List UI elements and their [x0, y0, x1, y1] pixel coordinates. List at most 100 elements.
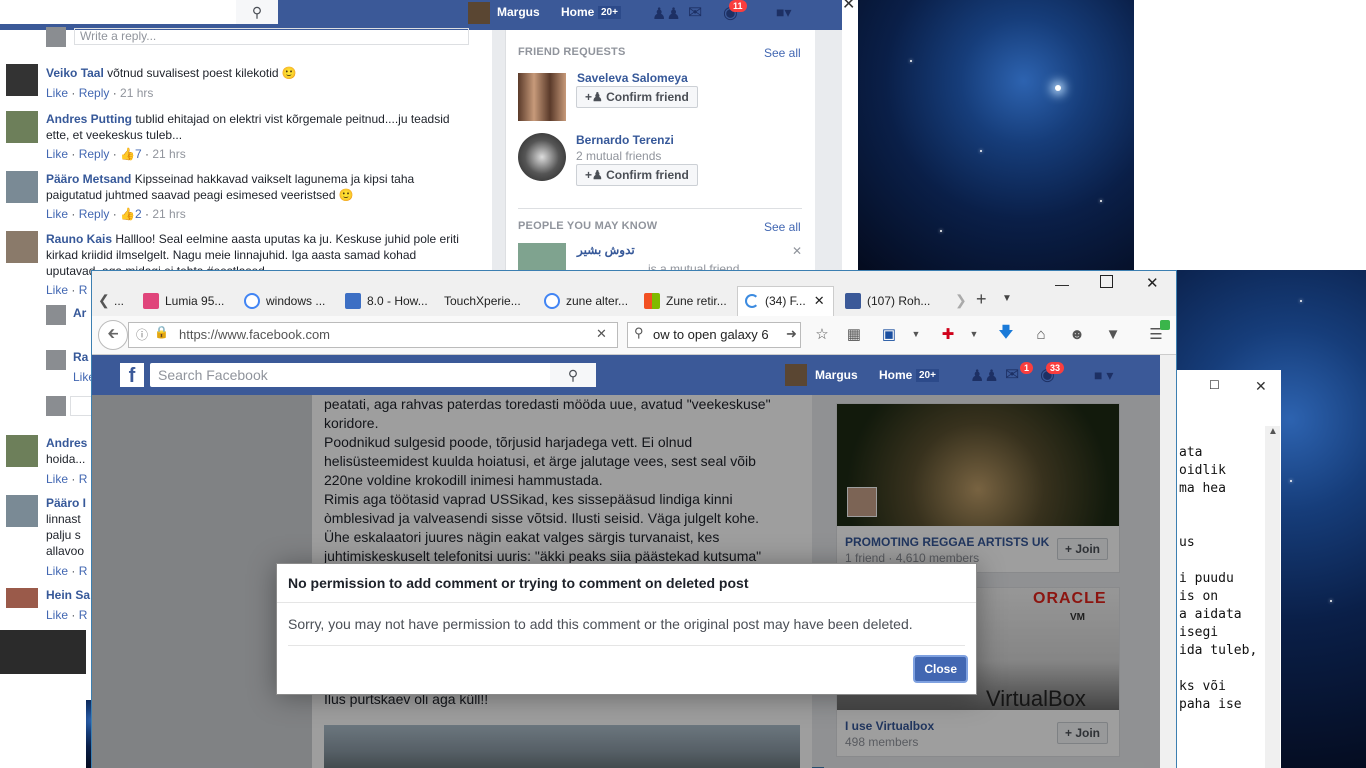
- star: [1100, 200, 1102, 202]
- reply-link[interactable]: Reply: [79, 147, 110, 161]
- comment-author[interactable]: Andres: [46, 436, 87, 450]
- privacy-icon[interactable]: ■ ▾: [1094, 367, 1113, 384]
- home-link[interactable]: Home: [879, 368, 912, 382]
- like-link[interactable]: Like: [46, 86, 68, 100]
- friends-icon[interactable]: ♟♟: [970, 366, 999, 386]
- reply-link[interactable]: R: [79, 564, 88, 578]
- like-count[interactable]: 7: [135, 147, 142, 161]
- close-button[interactable]: Close: [915, 657, 966, 681]
- tab-scroll-left-icon[interactable]: ❮: [98, 292, 110, 309]
- home-icon[interactable]: ⌂: [1031, 324, 1051, 344]
- bg-window-close-icon[interactable]: ✕: [842, 0, 855, 14]
- comment-author[interactable]: Veiko Taal: [46, 66, 104, 80]
- save-icon[interactable]: ▣: [879, 324, 899, 344]
- tab[interactable]: zune alter...: [544, 288, 634, 314]
- dropdown-icon[interactable]: ▼: [906, 324, 926, 344]
- search-engine-icon[interactable]: ⚲: [634, 325, 644, 341]
- tab[interactable]: 8.0 - How...: [345, 288, 435, 314]
- like-link[interactable]: Like: [46, 608, 68, 622]
- reading-list-icon[interactable]: ▦: [844, 324, 864, 344]
- bookmark-star-icon[interactable]: ☆: [812, 324, 832, 344]
- bg-user-name[interactable]: Margus: [497, 5, 540, 19]
- avatar: [6, 435, 38, 467]
- maximize-icon[interactable]: [1100, 275, 1113, 288]
- people-you-may-know-title: PEOPLE YOU MAY KNOW: [518, 220, 658, 232]
- confirm-friend-button[interactable]: +♟ Confirm friend: [576, 164, 698, 186]
- bg-search-box[interactable]: [0, 0, 236, 24]
- fb-search-input[interactable]: Search Facebook: [150, 363, 550, 387]
- new-tab-icon[interactable]: +: [976, 289, 987, 310]
- minimize-icon[interactable]: —: [1055, 276, 1069, 292]
- scrollbar[interactable]: [1265, 426, 1280, 768]
- url-text[interactable]: https://www.facebook.com: [179, 327, 330, 342]
- info-icon[interactable]: ⓘ: [136, 326, 148, 343]
- dialog-title: No permission to add comment or trying t…: [288, 575, 749, 591]
- bg-home-link[interactable]: Home: [561, 5, 594, 19]
- search-go-icon[interactable]: ➜: [786, 326, 797, 342]
- dropdown-icon[interactable]: ▼: [964, 324, 984, 344]
- emoji-icon[interactable]: ☻: [1067, 324, 1087, 344]
- like-link[interactable]: Like: [46, 283, 68, 297]
- reply-link[interactable]: R: [79, 608, 88, 622]
- maximize-icon[interactable]: ☐: [1209, 378, 1220, 392]
- scroll-up-icon[interactable]: ▲: [1268, 426, 1278, 437]
- request-name[interactable]: Saveleva Salomeya: [577, 71, 688, 85]
- pocket-icon[interactable]: ▼: [1103, 324, 1123, 344]
- see-all-link[interactable]: See all: [764, 46, 801, 60]
- messages-icon[interactable]: ✉: [688, 3, 702, 23]
- dismiss-icon[interactable]: ✕: [792, 244, 802, 258]
- comment-author[interactable]: Pääro I: [46, 496, 86, 510]
- tab[interactable]: Lumia 95...: [143, 288, 233, 314]
- tab[interactable]: Zune retir...: [644, 288, 734, 314]
- tab-close-icon[interactable]: ✕: [814, 293, 825, 309]
- avatar[interactable]: [785, 364, 807, 386]
- avatar[interactable]: [468, 2, 490, 24]
- people-name[interactable]: تدوش بشير: [577, 243, 635, 257]
- comment-author[interactable]: Ar: [73, 306, 86, 320]
- like-count[interactable]: 2: [135, 207, 142, 221]
- url-clear-icon[interactable]: ✕: [596, 326, 607, 342]
- see-all-link[interactable]: See all: [764, 220, 801, 234]
- comment-author[interactable]: Ra: [73, 350, 88, 364]
- tab-scroll-right-icon[interactable]: ❯: [955, 292, 967, 309]
- reply-link[interactable]: R: [79, 472, 88, 486]
- close-icon[interactable]: ✕: [1255, 378, 1267, 395]
- tab[interactable]: windows ...: [244, 288, 334, 314]
- comment-author[interactable]: Hein Sa: [46, 588, 90, 602]
- reply-link[interactable]: Reply: [79, 207, 110, 221]
- like-link[interactable]: Like: [46, 147, 68, 161]
- search-bar-value[interactable]: ow to open galaxy 6: [653, 327, 769, 342]
- privacy-icon[interactable]: ■▾: [776, 4, 791, 21]
- comment-author[interactable]: Andres Putting: [46, 112, 132, 126]
- friends-icon[interactable]: ♟♟: [652, 4, 681, 24]
- write-reply-input[interactable]: [70, 396, 92, 416]
- back-button[interactable]: 🡰: [98, 320, 128, 350]
- messages-icon[interactable]: ✉: [1005, 365, 1019, 385]
- like-link[interactable]: Like: [46, 564, 68, 578]
- fb-search-button[interactable]: ⚲: [550, 363, 596, 387]
- reply-link[interactable]: Reply: [79, 86, 110, 100]
- comment-author[interactable]: Rauno Kais: [46, 232, 112, 246]
- user-name-link[interactable]: Margus: [815, 368, 858, 382]
- write-reply-input[interactable]: Write a reply...: [74, 28, 469, 45]
- lock-icon[interactable]: 🔒: [154, 325, 169, 339]
- tab[interactable]: TouchXperie...: [444, 288, 536, 314]
- mutual-friends[interactable]: 2 mutual friends: [576, 149, 661, 163]
- close-icon[interactable]: ✕: [1146, 274, 1159, 292]
- tab-list-icon[interactable]: ▼: [1002, 293, 1012, 304]
- like-link[interactable]: Like: [46, 207, 68, 221]
- tab[interactable]: ...: [114, 288, 134, 314]
- reply-link[interactable]: R: [79, 283, 88, 297]
- scrollbar[interactable]: [1160, 355, 1176, 768]
- facebook-logo-icon[interactable]: f: [120, 363, 144, 387]
- bg-search-button[interactable]: ⚲: [236, 0, 278, 24]
- addon-icon[interactable]: ✚: [938, 324, 958, 344]
- like-link[interactable]: Like: [46, 472, 68, 486]
- request-name[interactable]: Bernardo Terenzi: [576, 133, 674, 147]
- download-icon[interactable]: 🡇: [996, 324, 1016, 344]
- tab-active[interactable]: (34) F... ✕: [745, 288, 825, 314]
- comment-author[interactable]: Pääro Metsand: [46, 172, 131, 186]
- confirm-friend-button[interactable]: +♟ Confirm friend: [576, 86, 698, 108]
- avatar: [6, 64, 38, 96]
- tab[interactable]: (107) Roh...: [845, 288, 935, 314]
